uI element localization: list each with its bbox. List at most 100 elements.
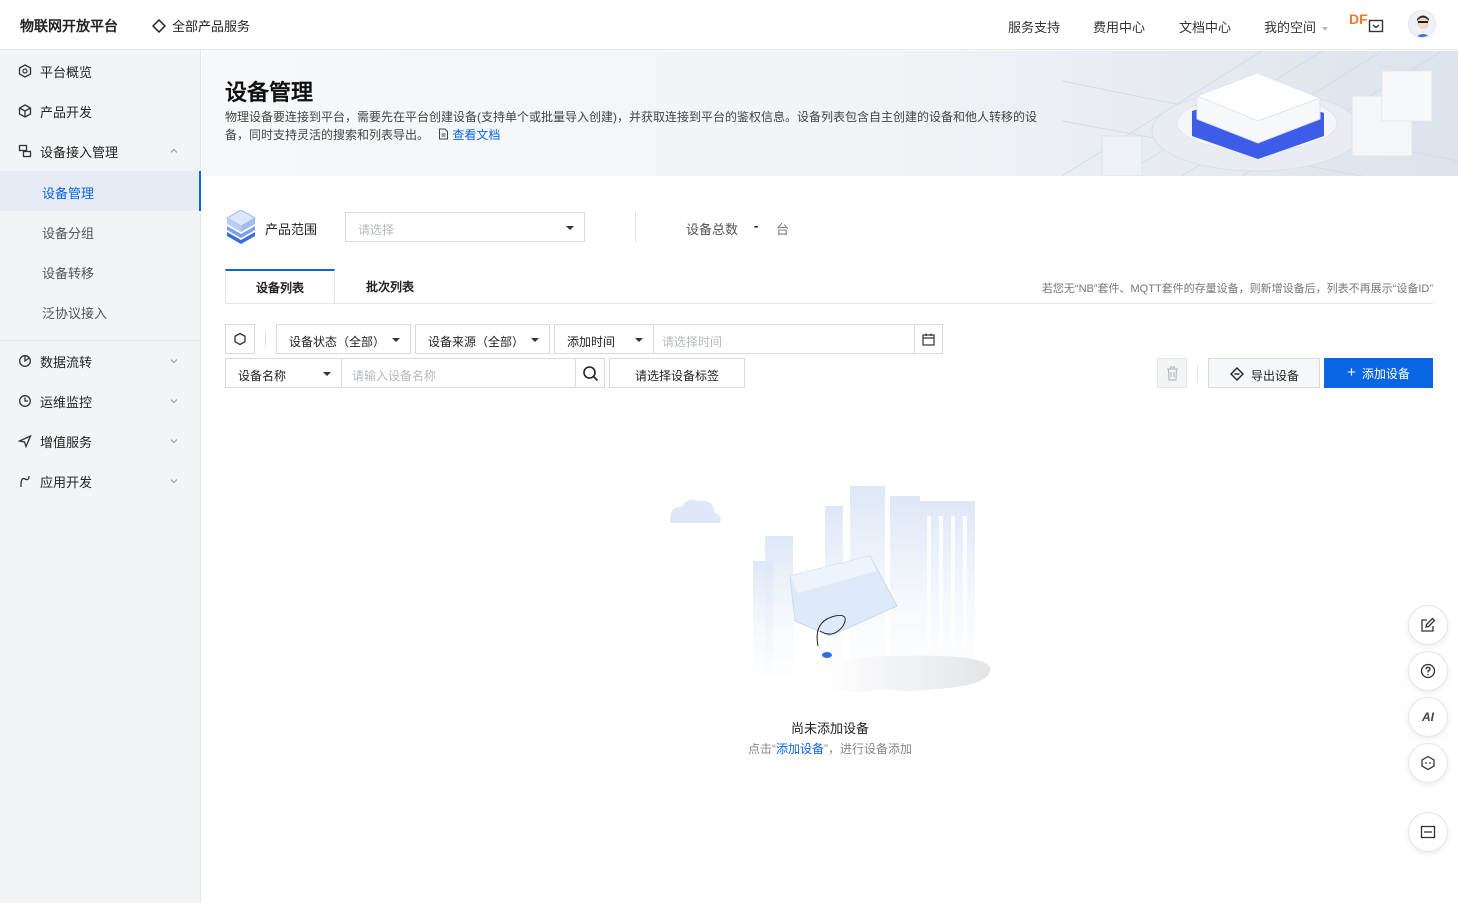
chevron-down-icon [170, 479, 178, 484]
nav-doc-center[interactable]: 文档中心 [1179, 17, 1231, 36]
sidebar-subitem-label: 泛协议接入 [42, 306, 108, 321]
monitor-icon [19, 395, 31, 407]
time-range-picker[interactable]: 请选择时间 [653, 324, 943, 354]
caret-down-icon [566, 226, 574, 230]
sidebar-item-value-added[interactable]: 增值服务 [0, 421, 201, 461]
diamond-icon [152, 18, 166, 33]
actions-divider [1197, 365, 1198, 381]
empty-state-title: 尚未添加设备 [790, 721, 869, 736]
caret-down-icon [323, 372, 331, 376]
send-icon [18, 434, 32, 448]
sidebar-item-overview[interactable]: 平台概览 [0, 51, 201, 91]
message-icon[interactable] [1368, 17, 1384, 33]
user-avatar[interactable] [1408, 10, 1436, 38]
device-name-placeholder: 请输入设备名称 [352, 369, 437, 383]
device-tag-placeholder: 请选择设备标签 [634, 369, 719, 383]
sidebar-item-device-access[interactable]: 设备接入管理 [0, 131, 201, 171]
device-tag-select[interactable]: 请选择设备标签 [609, 358, 745, 388]
edit-icon [1421, 617, 1436, 632]
nav-service-support[interactable]: 服务支持 [1008, 17, 1060, 36]
empty-sub-suffix: ”，进行设备添加 [824, 742, 912, 756]
sidebar-item-label: 应用开发 [40, 474, 93, 490]
ai-assistant-button[interactable]: AI [1408, 697, 1448, 737]
customer-service-button[interactable] [1408, 743, 1448, 783]
nav-my-space[interactable]: 我的空间 [1264, 17, 1329, 36]
product-range-select[interactable]: 请选择 [345, 212, 585, 242]
main-content: 产品范围 请选择 设备总数 - 台 设备列表 批次列表 若您无“NB”套件、MQ… [202, 176, 1458, 903]
refresh-button[interactable] [225, 324, 255, 354]
vertical-divider [635, 212, 636, 242]
caret-down-icon [635, 338, 643, 342]
device-source-label: 设备来源（全部） [428, 335, 525, 349]
sidebar-item-ops-monitor[interactable]: 运维监控 [0, 381, 201, 421]
banner-illustration [1062, 51, 1458, 176]
sidebar-subitem-device-management[interactable]: 设备管理 [0, 171, 201, 211]
empty-state-subtitle: 点击“添加设备”，进行设备添加 [202, 740, 1458, 757]
feedback-button[interactable] [1408, 605, 1448, 645]
sidebar-subitem-device-transfer[interactable]: 设备转移 [0, 251, 201, 291]
delete-button[interactable] [1157, 358, 1187, 388]
chevron-up-icon [170, 148, 178, 153]
nav-billing-center[interactable]: 费用中心 [1093, 17, 1145, 36]
description-text: 物理设备要连接到平台，需要先在平台创建设备(支持单个或批量导入创建)，并获取连接… [225, 110, 1037, 142]
sidebar-subitem-label: 设备转移 [42, 266, 95, 281]
sidebar-item-label: 设备接入管理 [40, 144, 119, 160]
filter-divider [265, 331, 266, 347]
sidebar-item-label: 数据流转 [40, 354, 93, 370]
ai-label: AI [1422, 710, 1434, 724]
add-device-button[interactable]: + 添加设备 [1324, 358, 1433, 388]
platform-logo[interactable]: 物联网开放平台 [20, 16, 118, 36]
time-field-select[interactable]: 添加时间 [554, 324, 654, 354]
device-status-filter[interactable]: 设备状态（全部） [276, 324, 411, 354]
sidebar-subitem-generic-protocol[interactable]: 泛协议接入 [0, 291, 201, 331]
data-flow-icon [19, 355, 31, 367]
tab-underline [225, 303, 1433, 304]
sidebar-item-product-dev[interactable]: 产品开发 [0, 91, 201, 131]
empty-add-device-link[interactable]: 添加设备 [776, 742, 824, 756]
calendar-icon[interactable] [922, 333, 935, 346]
help-button[interactable] [1408, 651, 1448, 691]
page-title: 设备管理 [225, 80, 314, 105]
empty-state-illustration [670, 486, 991, 692]
sidebar-item-label: 运维监控 [40, 394, 93, 410]
time-placeholder: 请选择时间 [662, 335, 723, 349]
search-icon [583, 366, 599, 382]
trash-icon [1167, 366, 1178, 381]
export-icon [1230, 367, 1244, 381]
sidebar-item-data-flow[interactable]: 数据流转 [0, 341, 201, 381]
plus-icon: + [1347, 364, 1356, 381]
product-range-label: 产品范围 [265, 222, 318, 237]
empty-sub-prefix: 点击“ [747, 742, 776, 756]
export-label: 导出设备 [1251, 369, 1300, 383]
chevron-down-icon [170, 439, 178, 444]
sidebar-item-app-dev[interactable]: 应用开发 [0, 461, 201, 501]
time-field-label: 添加时间 [567, 335, 616, 349]
tabs-hint: 若您无“NB”套件、MQTT套件的存量设备，则新增设备后，列表不再展示“设备ID… [1041, 283, 1433, 295]
name-field-select[interactable]: 设备名称 [225, 358, 342, 388]
name-field-label: 设备名称 [238, 369, 287, 383]
overview-icon [18, 64, 32, 78]
search-button[interactable] [575, 358, 605, 388]
caret-down-icon [392, 338, 400, 342]
chevron-down-icon [170, 359, 178, 364]
cube-icon [18, 104, 32, 118]
question-icon [1420, 663, 1436, 679]
device-total-unit: 台 [776, 222, 790, 237]
export-devices-button[interactable]: 导出设备 [1208, 358, 1320, 388]
app-dev-icon [20, 475, 30, 487]
collapse-panel-button[interactable] [1408, 812, 1448, 852]
my-space-label: 我的空间 [1264, 20, 1317, 35]
all-products-label: 全部产品服务 [172, 19, 251, 34]
page-description: 物理设备要连接到平台，需要先在平台创建设备(支持单个或批量导入创建)，并获取连接… [225, 108, 1045, 144]
sidebar-item-label: 产品开发 [40, 104, 93, 120]
device-name-input[interactable]: 请输入设备名称 [341, 358, 576, 388]
product-range-placeholder: 请选择 [358, 223, 395, 237]
sidebar-subitem-device-group[interactable]: 设备分组 [0, 211, 201, 251]
doc-link-label: 查看文档 [452, 128, 501, 142]
doc-link[interactable]: 查看文档 [438, 128, 500, 142]
df-badge: DF [1349, 11, 1368, 27]
all-products-menu[interactable]: 全部产品服务 [152, 16, 250, 35]
page-banner: 设备管理 物理设备要连接到平台，需要先在平台创建设备(支持单个或批量导入创建)，… [202, 51, 1458, 176]
device-source-filter[interactable]: 设备来源（全部） [415, 324, 550, 354]
device-status-label: 设备状态（全部） [289, 335, 386, 349]
